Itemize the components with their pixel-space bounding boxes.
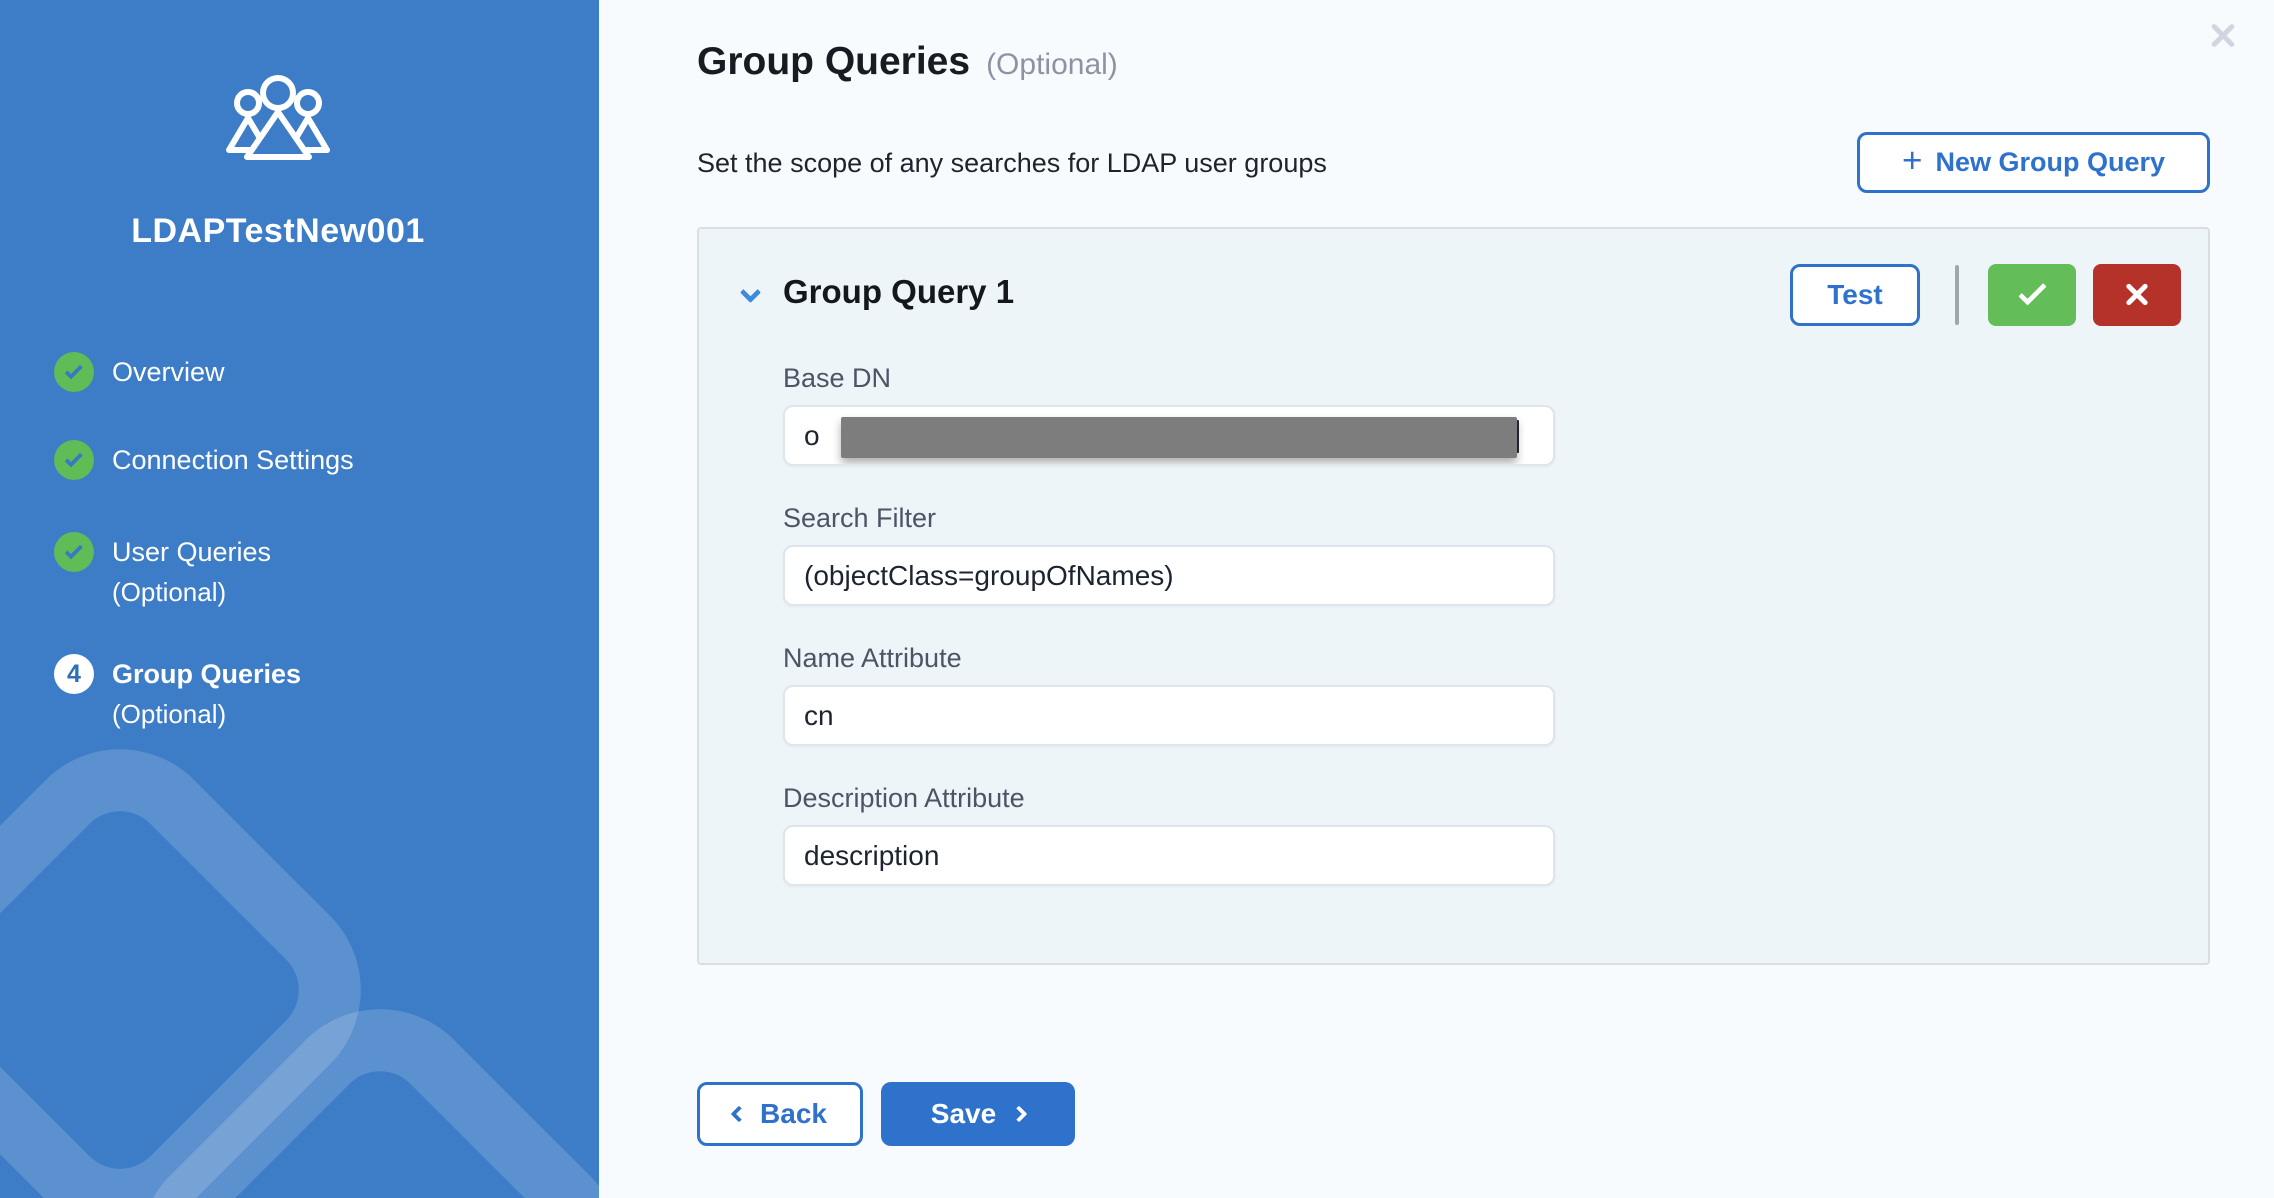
back-button-label: Back [760,1098,827,1130]
chevron-down-icon[interactable] [743,285,758,305]
step-label: Overview [112,352,225,392]
page-title-row: Group Queries (Optional) [697,40,1118,84]
search-filter-input[interactable]: (objectClass=groupOfNames) [783,545,1555,606]
step-label: Group Queries [112,654,301,694]
step-label: Connection Settings [112,440,354,480]
sidebar-step-connection-settings[interactable]: Connection Settings [54,440,354,480]
test-button-label: Test [1827,279,1883,311]
save-button[interactable]: Save [881,1082,1075,1146]
name-attribute-label: Name Attribute [783,643,1555,674]
x-icon [2122,280,2152,310]
base-dn-visible-value: o [804,420,820,452]
group-query-title: Group Query 1 [783,273,1014,311]
field-description-attribute: Description Attribute description [783,783,1555,886]
sidebar-step-overview[interactable]: Overview [54,352,225,392]
delete-button[interactable] [2093,264,2181,326]
field-search-filter: Search Filter (objectClass=groupOfNames) [783,503,1555,606]
group-query-card: Group Query 1 Test Base DN o , , , , [697,227,2210,965]
step-complete-icon [54,440,94,480]
search-filter-label: Search Filter [783,503,1555,534]
description-attribute-input[interactable]: description [783,825,1555,886]
step-complete-icon [54,352,94,392]
name-attribute-input[interactable]: cn [783,685,1555,746]
brand-watermark-icon [0,690,599,1198]
redaction-bar [841,417,1517,458]
description-attribute-value: description [804,840,939,872]
button-divider [1955,265,1959,325]
step-number-badge: 4 [54,654,94,694]
page-title: Group Queries [697,40,970,84]
step-label: User Queries [112,532,271,572]
sidebar-step-group-queries[interactable]: 4 Group Queries (Optional) [54,654,301,732]
page-subtitle: Set the scope of any searches for LDAP u… [697,148,1327,179]
ldap-wizard-window: LDAPTestNew001 Overview Connection Setti… [0,0,2274,1198]
save-button-label: Save [931,1098,996,1130]
field-name-attribute: Name Attribute cn [783,643,1555,746]
step-optional-label: (Optional) [112,574,271,610]
plus-icon: + [1902,146,1922,176]
field-base-dn: Base DN o , , , , [783,363,1555,466]
new-group-query-button[interactable]: + New Group Query [1857,132,2210,193]
step-optional-label: (Optional) [112,696,301,732]
back-button[interactable]: Back [697,1082,863,1146]
page-title-optional: (Optional) [986,48,1118,82]
base-dn-label: Base DN [783,363,1555,394]
group-people-icon [0,72,556,177]
sidebar-step-user-queries[interactable]: User Queries (Optional) [54,532,271,610]
connection-name-title: LDAPTestNew001 [0,212,556,251]
base-dn-input[interactable]: o , , , , [783,405,1555,466]
chevron-left-icon [731,1106,748,1123]
close-icon[interactable] [2204,16,2242,54]
description-attribute-label: Description Attribute [783,783,1555,814]
step-complete-icon [54,532,94,572]
test-button[interactable]: Test [1790,264,1920,326]
new-group-query-label: New Group Query [1935,147,2165,178]
wizard-sidebar: LDAPTestNew001 Overview Connection Setti… [0,0,599,1198]
confirm-button[interactable] [1988,264,2076,326]
chevron-right-icon [1011,1106,1028,1123]
check-icon [2018,277,2046,305]
name-attribute-value: cn [804,700,834,732]
search-filter-value: (objectClass=groupOfNames) [804,560,1174,592]
